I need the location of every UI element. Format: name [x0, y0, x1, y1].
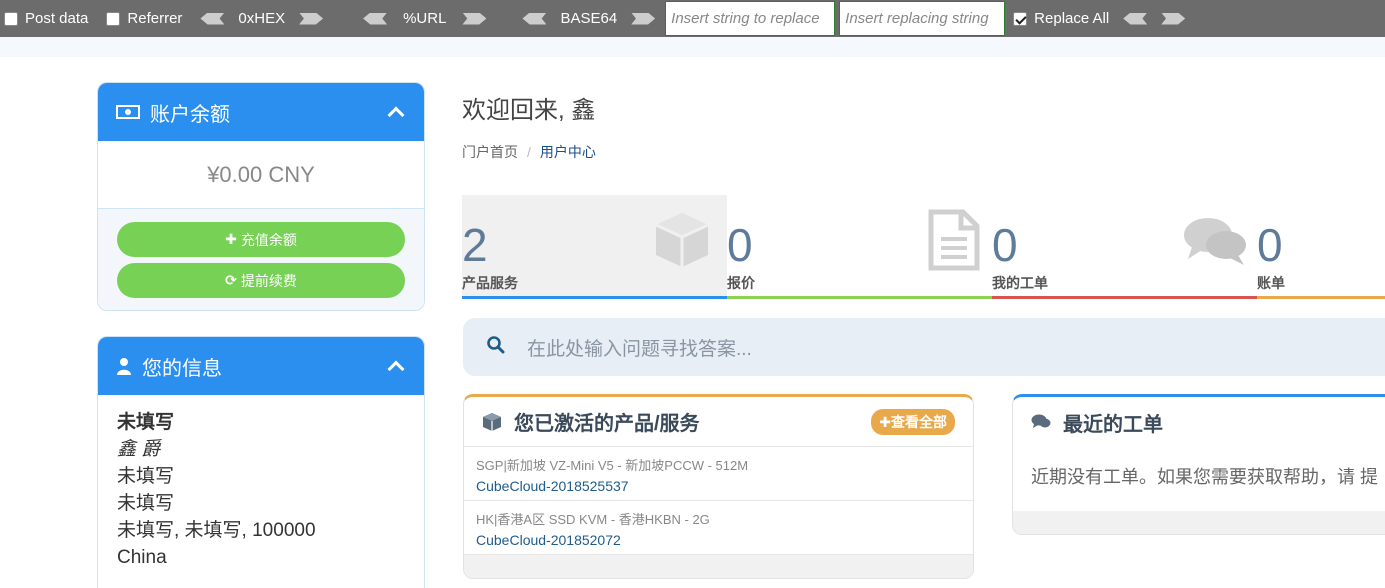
- product-name: HK|香港A区 SSD KVM - 香港HKBN - 2G: [476, 512, 710, 527]
- checkbox-box[interactable]: [4, 11, 18, 26]
- product-row[interactable]: SGP|新加坡 VZ-Mini V5 - 新加坡PCCW - 512M Cube…: [464, 447, 973, 501]
- cube-icon: [655, 213, 709, 267]
- stat-tickets-value: 0: [992, 219, 1018, 271]
- replace-string-input[interactable]: Insert string to replace: [665, 1, 836, 36]
- stat-tickets-label: 我的工单: [992, 275, 1048, 291]
- document-icon: [928, 209, 980, 271]
- stats-row: 2 产品服务 0 报价 0 我的工单 0 账单: [462, 195, 1385, 299]
- info-company: 未填写: [117, 412, 175, 433]
- checkbox-box[interactable]: [1013, 11, 1028, 26]
- hex-label: 0xHEX: [238, 10, 286, 27]
- chat-bubbles-icon: [1184, 218, 1246, 265]
- hex-encode-arrow-icon[interactable]: [299, 12, 324, 25]
- product-label-link[interactable]: CubeCloud-201852072: [476, 532, 961, 548]
- stat-quotes[interactable]: 0 报价: [727, 195, 992, 299]
- product-row[interactable]: HK|香港A区 SSD KVM - 香港HKBN - 2G CubeCloud-…: [464, 501, 973, 555]
- top-strip: [0, 37, 1385, 57]
- balance-panel-footer: ✚ 充值余额 ⟳ 提前续费: [98, 209, 424, 310]
- info-panel-header[interactable]: 您的信息: [98, 337, 424, 395]
- user-icon: [116, 357, 132, 375]
- stat-services-value: 2: [462, 219, 488, 271]
- info-name: 鑫 爵: [117, 439, 161, 460]
- recent-tickets-card: 最近的工单 近期没有工单。如果您需要获取帮助，请 提: [1012, 394, 1385, 535]
- card-footer: [1013, 511, 1385, 534]
- recent-tickets-title: 最近的工单: [1063, 413, 1163, 436]
- recharge-button[interactable]: ✚ 充值余额: [117, 222, 405, 257]
- referrer-checkbox[interactable]: Referrer: [106, 10, 182, 27]
- renew-button[interactable]: ⟳ 提前续费: [117, 263, 405, 298]
- recharge-label: 充值余额: [240, 231, 297, 248]
- stat-services-label: 产品服务: [462, 275, 518, 291]
- referrer-label: Referrer: [127, 10, 183, 27]
- balance-panel-title: 账户余额: [150, 103, 230, 126]
- breadcrumb-current: 用户中心: [539, 144, 596, 160]
- hackbar-toolbar: Post data Referrer 0xHEX %URL BASE64 Ins…: [0, 0, 1385, 37]
- plus-icon: ✚: [225, 231, 237, 247]
- view-all-label: 查看全部: [891, 413, 947, 430]
- replacing-string-input[interactable]: Insert replacing string: [839, 1, 1006, 36]
- product-name: SGP|新加坡 VZ-Mini V5 - 新加坡PCCW - 512M: [476, 458, 749, 473]
- breadcrumb-home[interactable]: 门户首页: [462, 144, 518, 160]
- stat-invoices-label: 账单: [1257, 275, 1285, 291]
- active-products-title: 您已激活的产品/服务: [514, 413, 700, 435]
- post-data-label: Post data: [25, 10, 89, 27]
- url-encode-arrow-icon[interactable]: [462, 12, 487, 25]
- recent-tickets-header: 最近的工单: [1013, 397, 1385, 447]
- money-icon: [116, 104, 140, 120]
- cube-icon: [482, 412, 502, 432]
- checkbox-box[interactable]: [106, 11, 121, 26]
- active-products-header: 您已激活的产品/服务 ✚查看全部: [464, 397, 973, 447]
- info-city: 未填写, 未填写, 100000: [117, 520, 316, 541]
- stat-services[interactable]: 2 产品服务: [462, 195, 727, 299]
- chevron-up-icon[interactable]: [387, 106, 405, 124]
- balance-panel-header[interactable]: 账户余额: [98, 83, 424, 141]
- info-address1: 未填写: [117, 466, 175, 487]
- user-info: 未填写 鑫 爵 未填写 未填写 未填写, 未填写, 100000 China: [98, 395, 424, 585]
- stat-invoices-value: 0: [1257, 219, 1283, 271]
- replace-right-arrow-icon[interactable]: [1161, 12, 1186, 25]
- stat-services-bar: [462, 296, 727, 299]
- base64-encode-arrow-icon[interactable]: [631, 12, 656, 25]
- page-title: 欢迎回来, 鑫: [462, 97, 596, 124]
- hex-decode-arrow-icon[interactable]: [200, 12, 225, 25]
- info-country: China: [117, 547, 167, 568]
- info-panel: 您的信息 未填写 鑫 爵 未填写 未填写 未填写, 未填写, 100000 Ch…: [97, 336, 425, 588]
- stat-quotes-bar: [727, 296, 992, 299]
- renew-label: 提前续费: [240, 272, 297, 289]
- balance-amount: ¥0.00 CNY: [98, 141, 424, 209]
- replace-all-checkbox[interactable]: Replace All: [1013, 10, 1109, 27]
- refresh-icon: ⟳: [225, 272, 237, 288]
- stat-tickets-bar: [992, 296, 1257, 299]
- product-label-link[interactable]: CubeCloud-2018525537: [476, 478, 961, 494]
- stat-tickets[interactable]: 0 我的工单: [992, 195, 1257, 299]
- plus-icon: ✚: [879, 413, 891, 430]
- info-address2: 未填写: [117, 493, 175, 514]
- base64-label: BASE64: [560, 10, 618, 27]
- view-all-button[interactable]: ✚查看全部: [871, 408, 955, 435]
- chevron-up-icon[interactable]: [387, 360, 405, 378]
- stat-quotes-label: 报价: [727, 275, 755, 291]
- replace-all-label: Replace All: [1034, 10, 1110, 27]
- stat-invoices-bar: [1257, 296, 1385, 299]
- stat-invoices[interactable]: 0 账单: [1257, 195, 1385, 299]
- breadcrumb-separator: /: [527, 144, 531, 160]
- url-label: %URL: [403, 10, 447, 27]
- url-decode-arrow-icon[interactable]: [363, 12, 388, 25]
- stat-quotes-value: 0: [727, 219, 753, 271]
- knowledge-search-bar[interactable]: 在此处输入问题寻找答案...: [463, 318, 1385, 376]
- replace-left-arrow-icon[interactable]: [1123, 12, 1148, 25]
- search-input[interactable]: 在此处输入问题寻找答案...: [527, 334, 752, 361]
- comments-icon: [1031, 414, 1051, 430]
- base64-decode-arrow-icon[interactable]: [522, 12, 547, 25]
- post-data-checkbox[interactable]: Post data: [4, 10, 88, 27]
- tickets-empty-message: 近期没有工单。如果您需要获取帮助，请 提: [1031, 467, 1378, 487]
- info-panel-title: 您的信息: [142, 357, 222, 380]
- active-products-card: 您已激活的产品/服务 ✚查看全部 SGP|新加坡 VZ-Mini V5 - 新加…: [463, 394, 974, 579]
- card-footer: [464, 555, 973, 578]
- breadcrumb: 门户首页 / 用户中心: [462, 142, 596, 162]
- balance-panel: 账户余额 ¥0.00 CNY ✚ 充值余额 ⟳ 提前续费: [97, 82, 425, 311]
- search-icon: [487, 335, 505, 359]
